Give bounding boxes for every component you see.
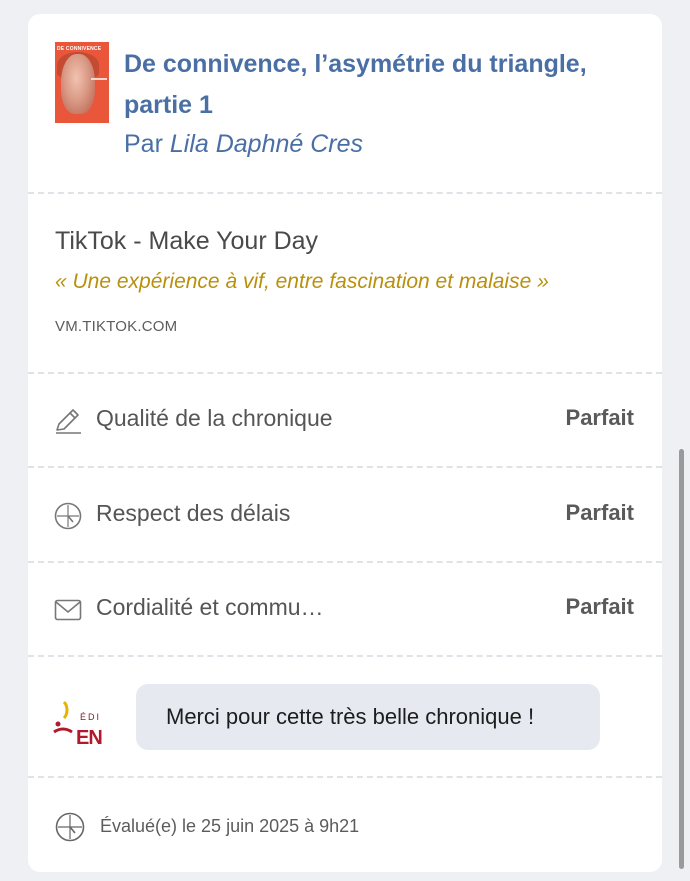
- author-prefix: Par: [124, 130, 170, 158]
- clock-icon: [55, 812, 85, 842]
- rating-row-deadlines: Respect des délais Parfait: [28, 468, 662, 562]
- logo-text-big: EN: [76, 727, 103, 749]
- rating-label: Cordialité et commu…: [96, 594, 324, 620]
- rating-value: Parfait: [565, 594, 634, 619]
- logo-mark-icon: [53, 700, 73, 734]
- rating-label: Qualité de la chronique: [96, 405, 333, 431]
- book-cover-image[interactable]: DE CONNIVENCE: [55, 42, 109, 123]
- review-card: DE CONNIVENCE De connivence, l’asymétrie…: [28, 14, 662, 872]
- divider: [28, 776, 662, 778]
- rating-row-quality: Qualité de la chronique Parfait: [28, 373, 662, 467]
- divider: [28, 655, 662, 657]
- rating-row-cordiality: Cordialité et commu… Parfait: [28, 562, 662, 656]
- rating-value: Parfait: [565, 405, 634, 430]
- rating-value: Parfait: [565, 500, 634, 525]
- rating-label: Respect des délais: [96, 500, 291, 526]
- evaluation-date: Évalué(e) le 25 juin 2025 à 9h21: [100, 816, 360, 836]
- link-domain: VM.TIKTOK.COM: [55, 318, 178, 335]
- link-title[interactable]: TikTok - Make Your Day: [55, 227, 318, 256]
- cover-face-shape: [61, 54, 95, 114]
- envelope-icon: [54, 599, 82, 621]
- author-name-link[interactable]: Lila Daphné Cres: [170, 130, 363, 158]
- reply-message-bubble: Merci pour cette très belle chronique !: [136, 684, 600, 750]
- book-title-link[interactable]: De connivence, l’asymétrie du triangle, …: [124, 44, 644, 126]
- logo-text-small: ÉDI: [80, 712, 102, 722]
- scrollbar[interactable]: [679, 449, 684, 869]
- link-quote: « Une expérience à vif, entre fascinatio…: [55, 270, 549, 293]
- pencil-icon: [56, 409, 81, 434]
- divider: [28, 192, 662, 194]
- clock-icon: [54, 502, 82, 530]
- cover-line-shape: [91, 78, 107, 80]
- cover-title-text: DE CONNIVENCE: [57, 46, 102, 52]
- book-author: Par Lila Daphné Cres: [124, 130, 363, 159]
- publisher-logo[interactable]: ÉDI EN: [52, 698, 112, 749]
